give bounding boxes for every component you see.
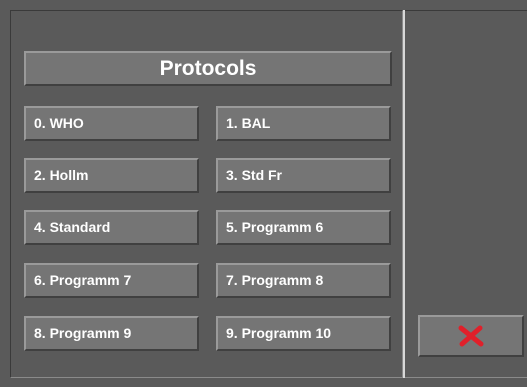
- protocol-button-4[interactable]: 4. Standard: [24, 210, 199, 245]
- protocol-button-7[interactable]: 7. Programm 8: [216, 263, 391, 298]
- protocol-button-6[interactable]: 6. Programm 7: [24, 263, 199, 298]
- protocol-button-8[interactable]: 8. Programm 9: [24, 316, 199, 351]
- close-icon: [458, 325, 484, 347]
- protocol-button-2[interactable]: 2. Hollm: [24, 158, 199, 193]
- protocol-button-1[interactable]: 1. BAL: [216, 106, 391, 141]
- protocol-selection-screen: Protocols 0. WHO 1. BAL 2. Hollm 3. Std …: [0, 0, 527, 387]
- protocol-button-9[interactable]: 9. Programm 10: [216, 316, 391, 351]
- protocol-button-5[interactable]: 5. Programm 6: [216, 210, 391, 245]
- close-button[interactable]: [418, 315, 524, 357]
- protocol-button-0[interactable]: 0. WHO: [24, 106, 199, 141]
- protocols-title: Protocols: [24, 51, 392, 86]
- protocol-button-3[interactable]: 3. Std Fr: [216, 158, 391, 193]
